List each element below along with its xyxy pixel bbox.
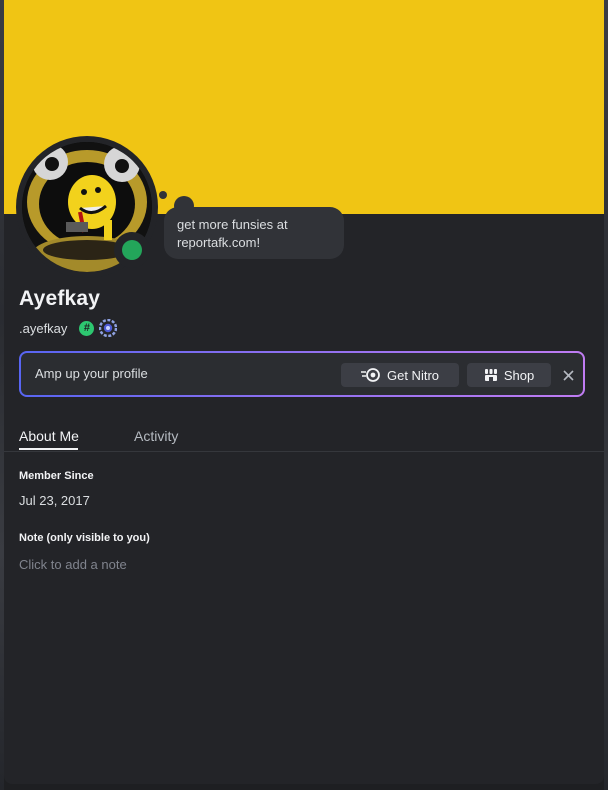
bubble-tail-small — [159, 191, 167, 199]
background-edge-right — [604, 0, 608, 790]
avatar-container[interactable] — [16, 136, 158, 278]
nitro-promo-banner: Amp up your profile Get Nitro Shop — [19, 351, 585, 397]
close-icon[interactable] — [559, 366, 577, 384]
member-since-title: Member Since — [19, 470, 94, 482]
custom-status-bubble: get more funsies at reportafk.com! — [164, 207, 344, 259]
nitro-promo-inner: Amp up your profile Get Nitro Shop — [21, 353, 583, 395]
tab-about-me[interactable]: About Me — [19, 428, 79, 444]
username[interactable]: .ayefkay — [19, 321, 67, 336]
shop-label: Shop — [503, 367, 535, 383]
profile-popout-window: get more funsies at reportafk.com! Ayefk… — [0, 0, 608, 790]
profile-tabs: About Me Activity — [19, 426, 589, 452]
shop-icon — [484, 368, 498, 382]
gear-badge-icon[interactable] — [99, 319, 118, 337]
member-since-date: Jul 23, 2017 — [19, 493, 90, 508]
nitro-icon — [360, 368, 381, 382]
profile-card: get more funsies at reportafk.com! Ayefk… — [4, 0, 604, 784]
tabs-divider — [4, 451, 604, 452]
get-nitro-label: Get Nitro — [386, 367, 439, 383]
note-title: Note (only visible to you) — [19, 532, 150, 544]
note-input[interactable]: Click to add a note — [19, 557, 579, 575]
online-status-icon — [122, 240, 142, 260]
nitro-promo-text: Amp up your profile — [35, 366, 148, 381]
tab-activity[interactable]: Activity — [134, 428, 178, 444]
get-nitro-button[interactable]: Get Nitro — [341, 363, 459, 387]
active-tab-indicator — [19, 448, 78, 450]
hashtag-badge-icon[interactable]: # — [79, 320, 95, 336]
username-row: .ayefkay # — [19, 318, 118, 338]
display-name: Ayefkay — [19, 287, 101, 310]
shop-button[interactable]: Shop — [467, 363, 551, 387]
